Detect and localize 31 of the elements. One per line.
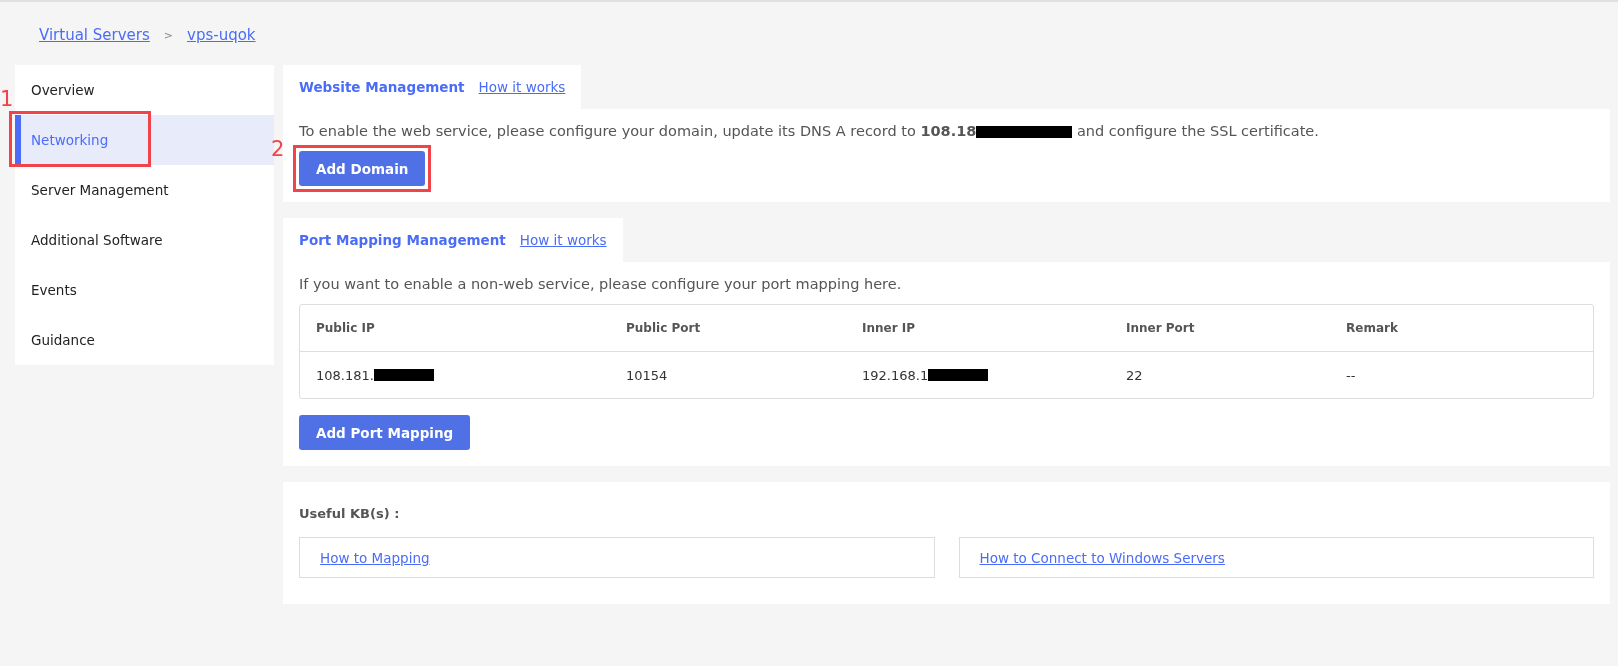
add-port-mapping-button[interactable]: Add Port Mapping [299,415,471,450]
column-header: Public IP [316,321,376,335]
table-cell: 10154 [626,367,668,383]
add-domain-button[interactable]: Add Domain [299,151,426,186]
section-title: Website Management [299,79,465,95]
table-cell: 22 [1126,367,1143,383]
callout-number: 1 [0,87,14,111]
column-header: Inner Port [1126,321,1196,335]
how-it-works-link[interactable]: How it works [519,232,607,248]
breadcrumb-link[interactable]: Virtual Servers [39,26,150,44]
breadcrumb-link[interactable]: vps-uqok [187,26,256,44]
sidebar-item[interactable]: Guidance [15,315,274,365]
sidebar-item[interactable]: Additional Software [15,215,274,265]
table-cell: 192.168.1 [862,367,929,383]
callout-number: 2 [271,137,285,161]
how-it-works-link[interactable]: How it works [478,79,566,95]
description-text: If you want to enable a non-web service, please configure your port mapping here. [299,276,903,292]
breadcrumb-separator: > [163,28,173,42]
column-header: Inner IP [862,321,917,335]
table-cell: 108.181. [316,367,374,383]
column-header: Public Port [626,321,702,335]
table-cell: -- [1346,367,1356,383]
sidebar-item[interactable]: Events [15,265,274,315]
kb-link[interactable]: How to Mapping [320,549,430,566]
kb-link[interactable]: How to Connect to Windows Servers [979,549,1225,566]
column-header: Remark [1346,321,1399,335]
sidebar-item[interactable]: Server Management [15,165,274,215]
section-title: Useful KB(s) : [299,506,401,521]
section-title: Port Mapping Management [299,232,506,248]
description-text: To enable the web service, please configure your domain, update its DNS A record to 108.18 and configure the SSL certificate. [299,123,1320,139]
sidebar-item[interactable]: Overview [15,65,274,115]
